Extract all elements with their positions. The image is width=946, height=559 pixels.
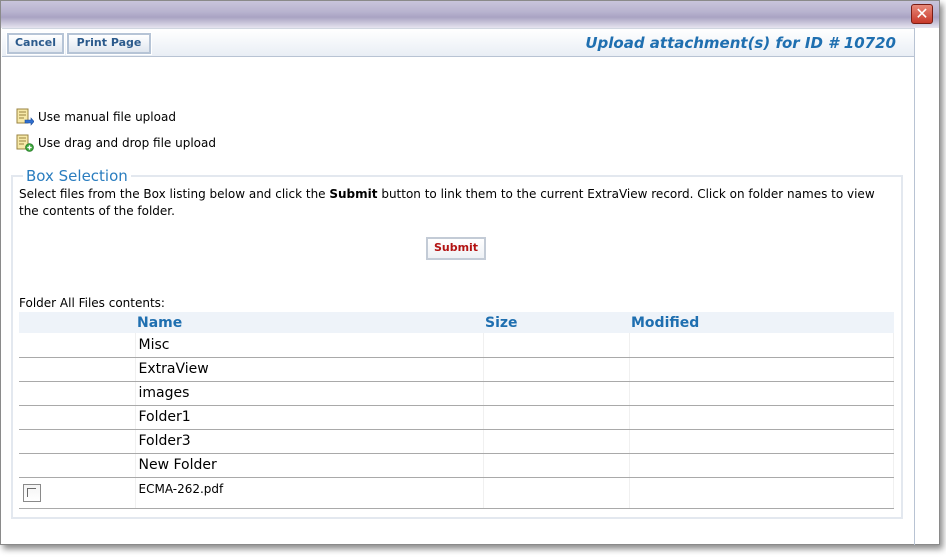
file-list-table: Name Size Modified Misc ExtraView images [19,312,894,509]
folder-link[interactable]: images [135,381,484,406]
print-page-button[interactable]: Print Page [66,32,152,55]
table-row: New Folder [19,453,894,478]
manual-upload-icon [16,108,34,126]
select-column-header [19,312,135,333]
box-instructions: Select files from the Box listing below … [19,187,875,218]
table-row: ECMA-262.pdf [19,477,894,509]
folder-link[interactable]: ExtraView [135,357,484,382]
manual-upload-option[interactable]: Use manual file upload [16,108,176,126]
table-header-row: Name Size Modified [19,312,894,333]
close-button[interactable]: ✕ [911,4,933,24]
folder-link[interactable]: Misc [135,333,484,358]
toolbar: Cancel Print Page Upload attachment(s) f… [2,28,914,57]
modified-column-header[interactable]: Modified [629,312,894,333]
table-row: Folder3 [19,429,894,454]
submit-button[interactable]: Submit [425,236,487,261]
close-icon: ✕ [915,4,929,23]
instructions-submit-word: Submit [329,187,378,201]
drag-drop-upload-option[interactable]: Use drag and drop file upload [16,134,216,152]
title-bar: ✕ [1,1,939,28]
table-row: Folder1 [19,405,894,430]
drag-drop-upload-label: Use drag and drop file upload [38,136,216,150]
table-row: images [19,381,894,406]
table-row: Misc [19,333,894,358]
folder-link[interactable]: New Folder [135,453,484,478]
folder-link[interactable]: Folder1 [135,405,484,430]
page-title: Upload attachment(s) for ID # 10720 [585,34,896,52]
upload-dialog: ✕ Cancel Print Page Upload attachment(s)… [0,0,940,545]
content-right-border [914,28,915,545]
folder-link[interactable]: Folder3 [135,429,484,454]
box-selection-legend: Box Selection [26,167,128,185]
file-select-checkbox[interactable] [23,483,41,502]
drag-drop-upload-icon [16,134,34,152]
manual-upload-label: Use manual file upload [38,110,176,124]
size-column-header[interactable]: Size [483,312,629,333]
cancel-button[interactable]: Cancel [6,32,65,55]
name-column-header[interactable]: Name [135,312,483,333]
folder-contents-label: Folder All Files contents: [19,296,165,310]
table-row: ExtraView [19,357,894,382]
file-name: ECMA-262.pdf [135,477,484,509]
